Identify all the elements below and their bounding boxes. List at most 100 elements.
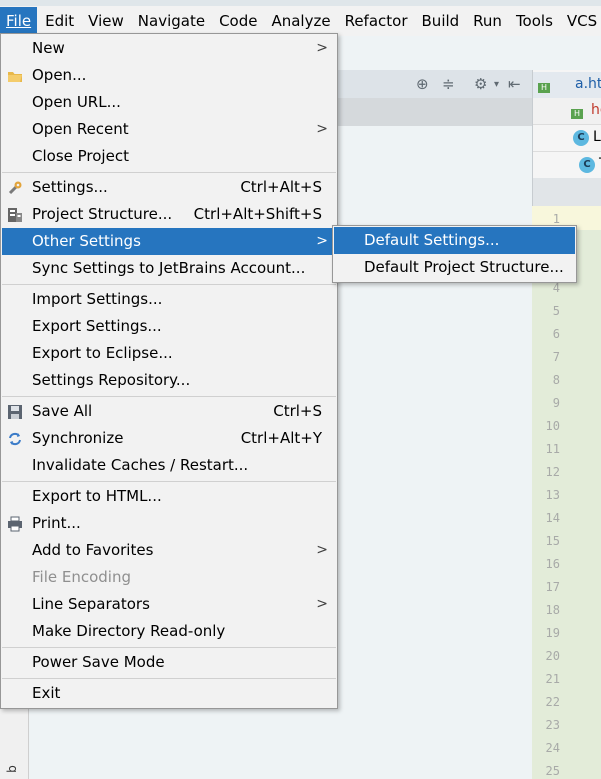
chevron-right-icon: > <box>316 233 328 249</box>
menu-refactor[interactable]: Refactor <box>339 7 414 35</box>
menu-separator <box>2 647 336 648</box>
tree-label: L <box>593 129 601 145</box>
menu-item-label: Make Directory Read-only <box>32 622 226 640</box>
line-number-gutter: 1234567891011121314151617181920212223242… <box>532 206 574 779</box>
wrench-icon <box>8 181 22 195</box>
line-number: 24 <box>545 741 560 755</box>
menu-item-export-html[interactable]: Export to HTML... <box>2 483 336 510</box>
menu-item-label: Line Separators <box>32 595 150 613</box>
gear-icon[interactable]: ⚙ <box>474 75 487 93</box>
menu-file[interactable]: File <box>0 7 38 35</box>
menu-item-line-separators[interactable]: Line Separators > <box>2 591 336 618</box>
menu-item-settings-repository[interactable]: Settings Repository... <box>2 367 336 394</box>
line-number: 25 <box>545 764 560 778</box>
menu-item-open-url[interactable]: Open URL... <box>2 89 336 116</box>
shortcut-label: Ctrl+Alt+Shift+S <box>193 205 322 223</box>
menu-item-sync-settings[interactable]: Sync Settings to JetBrains Account... <box>2 255 336 282</box>
menu-item-synchronize[interactable]: Synchronize Ctrl+Alt+Y <box>2 425 336 452</box>
menu-item-save-all[interactable]: Save All Ctrl+S <box>2 398 336 425</box>
project-toolbar: ⊕ ≑ ⚙ ▾ ⇤ <box>336 70 532 99</box>
menu-item-label: File Encoding <box>32 568 131 586</box>
menu-item-close-project[interactable]: Close Project <box>2 143 336 170</box>
line-number: 19 <box>545 626 560 640</box>
menu-separator <box>2 172 336 173</box>
line-number: 16 <box>545 557 560 571</box>
menu-item-print[interactable]: Print... <box>2 510 336 537</box>
menu-item-power-save[interactable]: Power Save Mode <box>2 649 336 676</box>
locate-icon[interactable]: ⊕ <box>416 75 429 93</box>
tree-row[interactable]: C L <box>533 124 601 151</box>
menu-item-label: Open URL... <box>32 93 121 111</box>
menu-item-label: Export Settings... <box>32 317 162 335</box>
tree-label: a.ht <box>575 76 601 92</box>
chevron-right-icon: > <box>316 542 328 558</box>
line-number: 14 <box>545 511 560 525</box>
dropdown-icon[interactable]: ▾ <box>494 79 499 90</box>
menu-separator <box>2 396 336 397</box>
menu-item-label: Default Project Structure... <box>364 258 564 276</box>
menu-item-new[interactable]: New > <box>2 35 336 62</box>
menu-view[interactable]: View <box>82 7 130 35</box>
class-icon: C <box>573 130 589 146</box>
collapse-icon[interactable]: ≑ <box>442 75 455 93</box>
line-number: 1 <box>552 212 560 226</box>
save-icon <box>8 405 22 419</box>
sync-icon <box>9 432 21 446</box>
menu-code[interactable]: Code <box>213 7 263 35</box>
project-panel-header <box>336 98 532 126</box>
menu-item-open[interactable]: Open... <box>2 62 336 89</box>
menu-item-open-recent[interactable]: Open Recent > <box>2 116 336 143</box>
html-file-icon: H <box>571 109 583 119</box>
menu-item-invalidate-caches[interactable]: Invalidate Caches / Restart... <box>2 452 336 479</box>
menu-edit[interactable]: Edit <box>39 7 80 35</box>
menu-navigate[interactable]: Navigate <box>132 7 211 35</box>
line-number: 13 <box>545 488 560 502</box>
menu-item-label: Exit <box>32 684 61 702</box>
menu-item-other-settings[interactable]: Other Settings > <box>2 228 336 255</box>
menu-item-add-favorites[interactable]: Add to Favorites > <box>2 537 336 564</box>
menu-item-default-project-structure[interactable]: Default Project Structure... <box>334 254 575 281</box>
hide-icon[interactable]: ⇤ <box>508 75 521 93</box>
file-menu: New > Open... Open URL... Open Recent > … <box>0 33 338 709</box>
menu-item-default-settings[interactable]: Default Settings... <box>334 227 575 254</box>
chevron-right-icon: > <box>316 121 328 137</box>
menu-item-label: Power Save Mode <box>32 653 165 671</box>
editor-tabs-tree: H a.ht H he C L C T <box>532 70 601 206</box>
menu-item-label: Default Settings... <box>364 231 500 249</box>
menu-analyze[interactable]: Analyze <box>265 7 336 35</box>
menu-item-label: Add to Favorites <box>32 541 154 559</box>
menu-item-label: Synchronize <box>32 429 124 447</box>
line-number: 23 <box>545 718 560 732</box>
menu-bar: File Edit View Navigate Code Analyze Ref… <box>0 6 601 36</box>
menu-item-label: Save All <box>32 402 93 420</box>
menu-vcs[interactable]: VCS <box>561 7 601 35</box>
menu-item-import-settings[interactable]: Import Settings... <box>2 286 336 313</box>
line-number: 20 <box>545 649 560 663</box>
menu-item-export-settings[interactable]: Export Settings... <box>2 313 336 340</box>
tree-row[interactable]: H a.ht <box>533 72 601 98</box>
menu-run[interactable]: Run <box>467 7 508 35</box>
line-number: 17 <box>545 580 560 594</box>
menu-build[interactable]: Build <box>416 7 466 35</box>
tree-row[interactable]: H he <box>533 98 601 124</box>
menu-file-label: File <box>6 12 32 30</box>
menu-item-label: Export to HTML... <box>32 487 162 505</box>
line-number: 18 <box>545 603 560 617</box>
tree-row[interactable]: C T <box>533 151 601 178</box>
shortcut-label: Ctrl+Alt+S <box>240 178 322 196</box>
menu-item-settings[interactable]: Settings... Ctrl+Alt+S <box>2 174 336 201</box>
menu-item-exit[interactable]: Exit <box>2 680 336 707</box>
menu-item-project-structure[interactable]: Project Structure... Ctrl+Alt+Shift+S <box>2 201 336 228</box>
menu-item-file-encoding: File Encoding <box>2 564 336 591</box>
line-number: 10 <box>545 419 560 433</box>
menu-item-label: New <box>32 39 65 57</box>
menu-item-label: Print... <box>32 514 81 532</box>
menu-separator <box>2 678 336 679</box>
menu-tools[interactable]: Tools <box>510 7 559 35</box>
menu-item-label: Import Settings... <box>32 290 163 308</box>
menu-item-make-readonly[interactable]: Make Directory Read-only <box>2 618 336 645</box>
menu-item-label: Export to Eclipse... <box>32 344 173 362</box>
menu-item-export-eclipse[interactable]: Export to Eclipse... <box>2 340 336 367</box>
tool-window-stripe-label[interactable]: b <box>5 765 19 773</box>
line-number: 8 <box>552 373 560 387</box>
